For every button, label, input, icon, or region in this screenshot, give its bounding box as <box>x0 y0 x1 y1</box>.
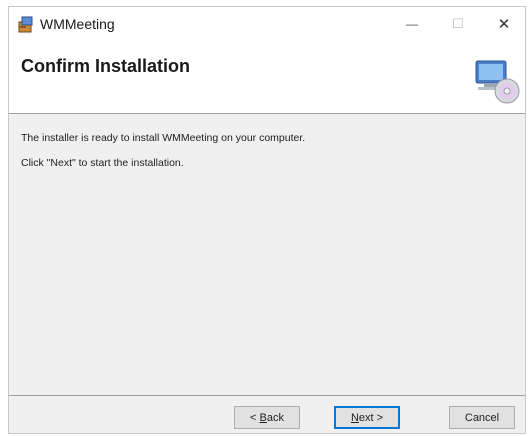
minimize-button[interactable]: — <box>389 7 435 41</box>
ready-message: The installer is ready to install WMMeet… <box>21 132 306 144</box>
app-installer-icon <box>18 16 33 33</box>
installer-window: WMMeeting — ☐ ✕ Confirm Installation The… <box>8 6 526 434</box>
next-button[interactable]: Next > <box>334 406 400 429</box>
back-button[interactable]: < Back <box>234 406 300 429</box>
instruction-message: Click "Next" to start the installation. <box>21 157 184 169</box>
maximize-button[interactable]: ☐ <box>435 7 481 41</box>
back-prefix: < <box>250 411 260 424</box>
next-mnemonic: N <box>350 411 359 424</box>
footer-divider <box>9 395 525 396</box>
back-mnemonic: B <box>259 411 267 424</box>
cancel-button[interactable]: Cancel <box>449 406 515 429</box>
maximize-icon: ☐ <box>452 16 464 31</box>
header-banner: Confirm Installation <box>9 41 525 114</box>
next-suffix: > <box>373 411 384 424</box>
page-title: Confirm Installation <box>21 56 191 76</box>
close-icon: ✕ <box>497 16 511 33</box>
next-label: ext <box>358 411 374 424</box>
installer-computer-cd-icon <box>475 60 520 104</box>
title-bar: WMMeeting — ☐ ✕ <box>9 7 525 41</box>
minimize-icon: — <box>406 17 418 31</box>
back-label: ack <box>266 411 284 424</box>
close-button[interactable]: ✕ <box>481 7 527 41</box>
window-title: WMMeeting <box>40 16 115 32</box>
